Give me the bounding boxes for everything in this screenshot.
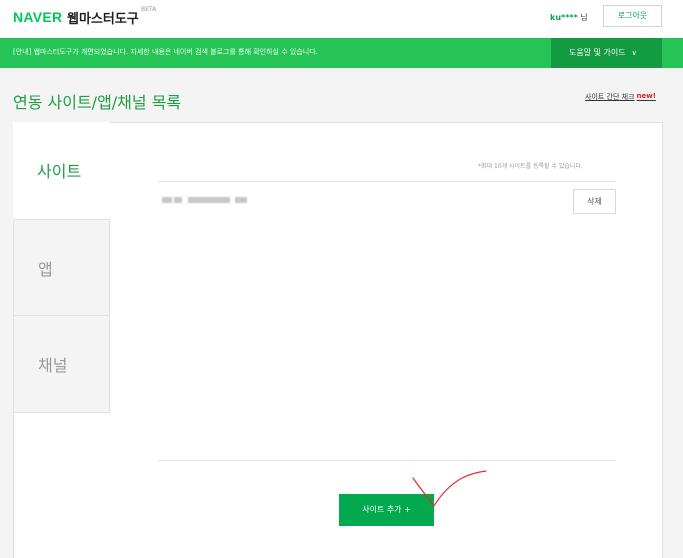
- naver-logo[interactable]: NAVER: [13, 9, 62, 25]
- list-divider-top: [158, 181, 616, 182]
- site-list-item: 삭제: [158, 187, 616, 217]
- help-guide-label: 도움말 및 가이드: [569, 48, 626, 57]
- list-divider-bottom: [158, 460, 616, 461]
- blurred-text: [162, 197, 172, 203]
- beta-badge: BETA: [141, 6, 157, 13]
- product-title[interactable]: 웹마스터도구: [67, 8, 139, 27]
- notice-text[interactable]: [안내] 웹마스터도구가 개편되었습니다. 자세한 내용은 네이버 검색 블로그…: [13, 47, 318, 57]
- blurred-text: [174, 197, 182, 203]
- new-badge: new!: [636, 92, 656, 100]
- tab-channel[interactable]: 채널: [13, 316, 110, 413]
- tab-site[interactable]: 사이트: [13, 122, 110, 219]
- site-url-blurred[interactable]: [162, 197, 247, 203]
- tab-app[interactable]: 앱: [13, 219, 110, 316]
- site-limit-note: *최대 10개 사이트를 등록할 수 있습니다.: [478, 163, 583, 170]
- quick-check-label: 사이트 간단 체크: [585, 93, 635, 101]
- user-suffix: 님: [577, 13, 588, 22]
- user-id: ku****: [550, 13, 578, 22]
- blurred-text: [188, 197, 230, 203]
- red-checkmark-annotation-icon: [412, 470, 487, 507]
- user-greeting: ku**** 님: [550, 12, 588, 23]
- top-header: NAVER 웹마스터도구 BETA ku**** 님 로그아웃: [0, 0, 683, 38]
- help-guide-button[interactable]: 도움말 및 가이드 ∨: [551, 38, 662, 68]
- chevron-down-icon: ∨: [631, 49, 637, 57]
- blurred-text: [235, 197, 247, 203]
- logout-button[interactable]: 로그아웃: [603, 5, 662, 27]
- page-title: 연동 사이트/앱/채널 목록: [13, 93, 182, 112]
- delete-site-button[interactable]: 삭제: [573, 189, 616, 214]
- quick-check-link[interactable]: 사이트 간단 체크 new!: [585, 92, 656, 102]
